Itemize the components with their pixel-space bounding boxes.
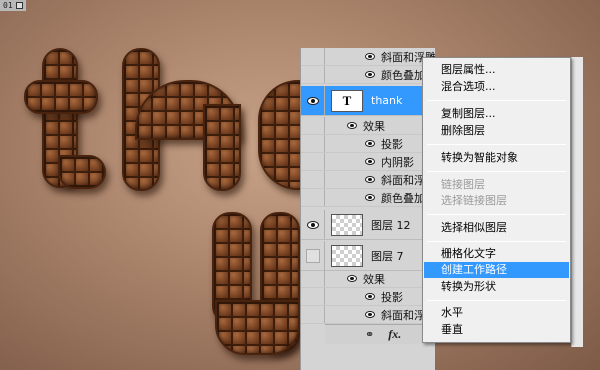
menu-item-convert-to-shape[interactable]: 转换为形状	[424, 279, 569, 295]
effect-row-drop-shadow-2[interactable]: 投影	[301, 288, 435, 306]
effect-label: 投影	[381, 290, 403, 304]
eye-icon[interactable]	[365, 194, 375, 201]
layer-row-12[interactable]: 图层 12	[301, 210, 435, 240]
effect-row-bevel-3[interactable]: 斜面和浮雕	[301, 306, 435, 324]
layers-panel: 斜面和浮雕 颜色叠加 T thank 效果 投影 内阴影 斜面和浮雕 颜色叠加	[300, 48, 435, 370]
window-icon	[15, 2, 23, 9]
effect-label: 投影	[381, 137, 403, 151]
text-layer-thumbnail: T	[331, 89, 363, 112]
eye-icon[interactable]	[365, 53, 375, 60]
menu-separator	[427, 144, 566, 145]
effect-row-color-overlay[interactable]: 颜色叠加	[301, 66, 435, 84]
document-tab-label: 01	[3, 1, 13, 10]
menu-separator	[427, 241, 566, 242]
effect-label: 内阴影	[381, 155, 414, 169]
menu-item-blending-options[interactable]: 混合选项...	[424, 79, 569, 95]
eye-hidden-slot[interactable]	[305, 248, 320, 263]
effects-group-row-2[interactable]: 效果	[301, 270, 435, 288]
panel-scrollbar[interactable]	[571, 57, 583, 347]
link-icon[interactable]: ⚭	[365, 328, 374, 341]
menu-item-convert-smart-object[interactable]: 转换为智能对象	[424, 150, 569, 166]
fx-icon[interactable]: fx.	[388, 327, 401, 342]
effect-row-color-overlay-2[interactable]: 颜色叠加	[301, 189, 435, 207]
menu-item-rasterize-type[interactable]: 栅格化文字	[424, 246, 569, 262]
menu-separator	[427, 100, 566, 101]
effect-label: 颜色叠加	[381, 191, 425, 205]
effects-group-row[interactable]: 效果	[301, 117, 435, 135]
menu-separator	[427, 171, 566, 172]
letter-t-bar	[24, 80, 98, 114]
menu-item-horizontal[interactable]: 水平	[424, 305, 569, 321]
eye-icon[interactable]	[365, 71, 375, 78]
effects-label: 效果	[363, 119, 385, 133]
menu-separator	[427, 300, 566, 301]
layer-thumbnail	[331, 213, 363, 236]
eye-icon[interactable]	[306, 220, 319, 229]
menu-item-duplicate-layer[interactable]: 复制图层...	[424, 106, 569, 122]
layer-thumbnail	[331, 244, 363, 267]
layer-name[interactable]: 图层 7	[371, 248, 404, 264]
eye-icon[interactable]	[306, 96, 319, 105]
eye-icon[interactable]	[365, 311, 375, 318]
effect-row-drop-shadow[interactable]: 投影	[301, 135, 435, 153]
effect-row-inner-shadow[interactable]: 内阴影	[301, 153, 435, 171]
layer-row-thank[interactable]: T thank	[301, 86, 435, 116]
menu-item-select-similar-layers[interactable]: 选择相似图层	[424, 220, 569, 236]
layer-row-7[interactable]: 图层 7	[301, 241, 435, 271]
menu-item-layer-properties[interactable]: 图层属性...	[424, 62, 569, 78]
layer-context-menu: 图层属性... 混合选项... 复制图层... 删除图层 转换为智能对象 链接图…	[422, 57, 571, 343]
eye-icon[interactable]	[365, 140, 375, 147]
eye-icon[interactable]	[347, 275, 357, 282]
menu-separator	[427, 214, 566, 215]
menu-item-delete-layer[interactable]: 删除图层	[424, 123, 569, 139]
effect-row-bevel-2[interactable]: 斜面和浮雕	[301, 171, 435, 189]
layer-name[interactable]: 图层 12	[371, 217, 411, 233]
layer-name[interactable]: thank	[371, 94, 402, 107]
effects-label: 效果	[363, 272, 385, 286]
eye-icon[interactable]	[365, 158, 375, 165]
eye-icon[interactable]	[347, 122, 357, 129]
letter-y-bottom	[215, 300, 300, 355]
menu-item-create-work-path[interactable]: 创建工作路径	[424, 262, 569, 278]
menu-item-select-linked-layers: 选择链接图层	[441, 194, 507, 207]
eye-icon[interactable]	[365, 293, 375, 300]
menu-item-link-layers: 链接图层	[441, 178, 485, 191]
effect-row-bevel[interactable]: 斜面和浮雕	[301, 48, 435, 66]
effect-label: 颜色叠加	[381, 68, 425, 82]
letter-h-leg	[203, 104, 241, 191]
layers-panel-footer: ⚭ fx.	[325, 324, 435, 344]
document-tab[interactable]: 01	[0, 0, 26, 11]
eye-icon[interactable]	[365, 176, 375, 183]
letter-t-hook	[58, 155, 106, 189]
menu-item-vertical[interactable]: 垂直	[424, 322, 569, 338]
